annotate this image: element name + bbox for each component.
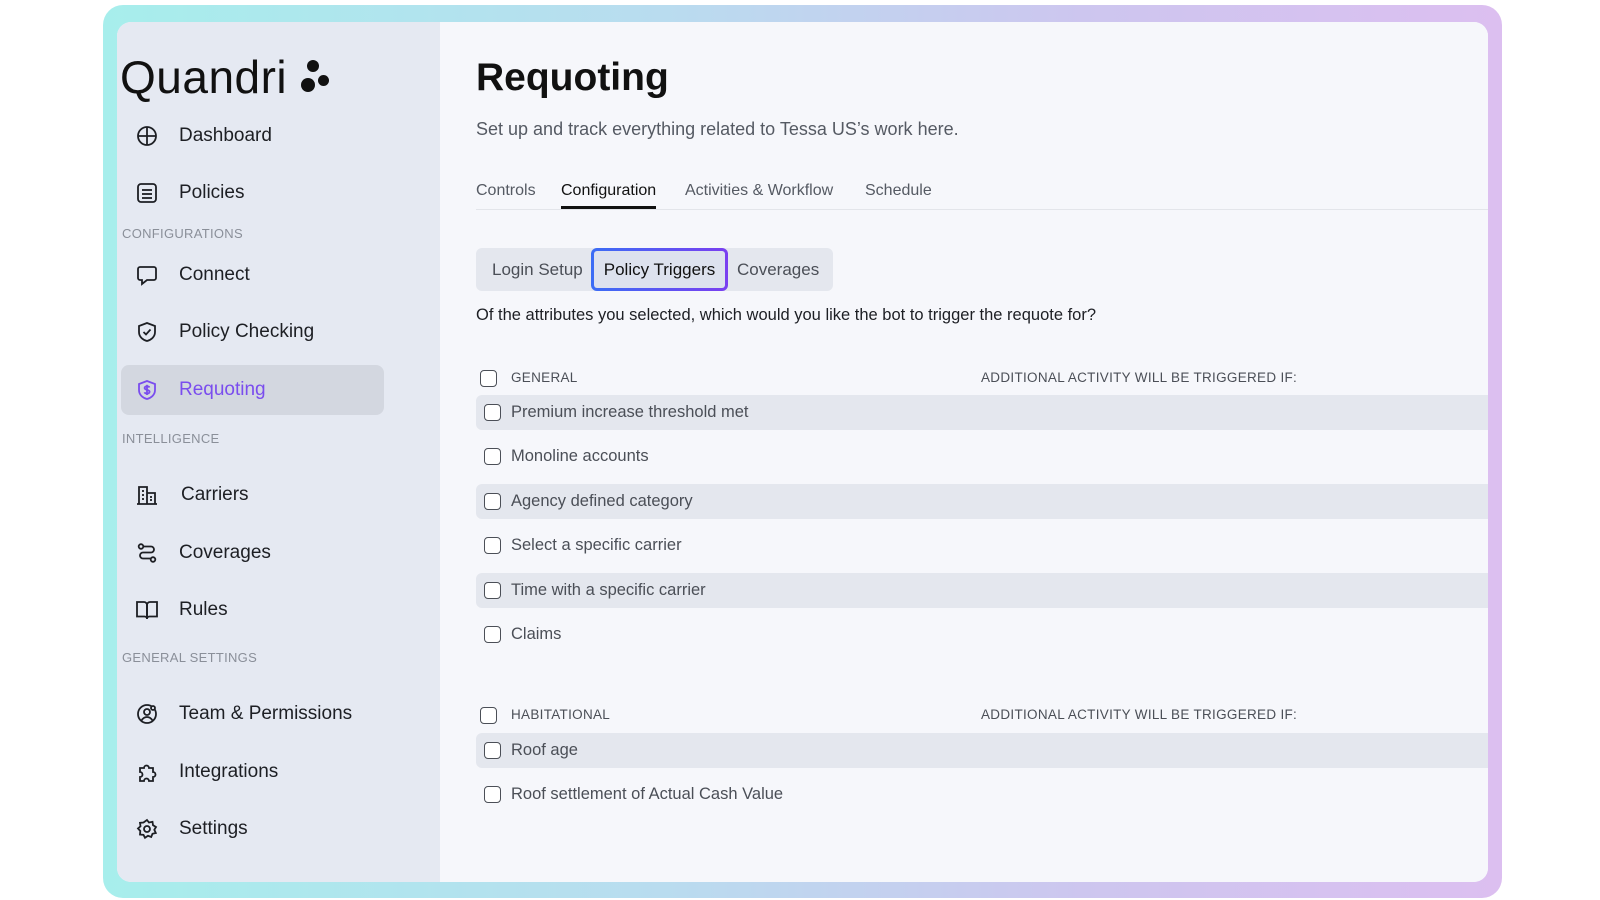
shield-dollar-icon — [135, 378, 159, 402]
sidebar-item-integrations[interactable]: Integrations — [121, 747, 384, 797]
chat-icon — [135, 263, 159, 287]
section-label-configurations: CONFIGURATIONS — [122, 226, 243, 241]
sidebar-item-label: Requoting — [179, 379, 266, 400]
sidebar-item-label: Team & Permissions — [179, 703, 353, 724]
trigger-checkbox[interactable] — [484, 786, 501, 803]
sidebar-item-label: Policies — [179, 182, 245, 203]
section-label-general-settings: GENERAL SETTINGS — [122, 650, 258, 665]
tab-schedule[interactable]: Schedule — [865, 182, 932, 200]
tab-activities-workflow[interactable]: Activities & Workflow — [685, 182, 833, 200]
app-window: Quandri Dashboard Policies CONFIGURATION… — [117, 22, 1488, 882]
sidebar-item-policies[interactable]: Policies — [121, 168, 384, 218]
trigger-checkbox[interactable] — [484, 404, 501, 421]
route-icon — [135, 541, 159, 565]
brand-mark-icon — [301, 58, 331, 96]
sidebar-item-policy-checking[interactable]: Policy Checking — [121, 307, 384, 357]
book-icon — [135, 598, 159, 622]
trigger-row-premium-increase: Premium increase threshold met — [476, 395, 1488, 430]
sidebar-item-coverages[interactable]: Coverages — [121, 528, 384, 578]
trigger-label: Agency defined category — [511, 492, 693, 510]
group-checkbox-habitational[interactable] — [480, 707, 497, 724]
trigger-row-time-with-carrier: Time with a specific carrier — [476, 573, 1488, 608]
sidebar-item-label: Integrations — [179, 761, 279, 782]
trigger-label: Premium increase threshold met — [511, 403, 749, 421]
trigger-label: Time with a specific carrier — [511, 581, 706, 599]
sidebar-item-label: Carriers — [181, 484, 249, 505]
group-name: HABITATIONAL — [511, 707, 611, 722]
sidebar-item-requoting[interactable]: Requoting — [121, 365, 384, 415]
policies-icon — [135, 181, 159, 205]
page-title: Requoting — [476, 56, 669, 99]
sidebar-item-dashboard[interactable]: Dashboard — [121, 111, 384, 161]
user-gear-icon — [135, 702, 159, 726]
dashboard-icon — [135, 124, 159, 148]
gear-icon — [135, 817, 159, 841]
trigger-label: Roof age — [511, 741, 578, 759]
subtab-policy-triggers[interactable]: Policy Triggers — [591, 248, 728, 291]
trigger-checkbox[interactable] — [484, 537, 501, 554]
brand-name: Quandri — [120, 51, 288, 103]
building-icon — [135, 483, 159, 507]
additional-activity-label: ADDITIONAL ACTIVITY WILL BE TRIGGERED IF… — [981, 370, 1298, 385]
puzzle-icon — [135, 760, 159, 784]
trigger-label: Monoline accounts — [511, 447, 649, 465]
sidebar-item-label: Connect — [179, 264, 250, 285]
sidebar-item-label: Dashboard — [179, 125, 272, 146]
sidebar-item-label: Policy Checking — [179, 321, 315, 342]
shield-check-icon — [135, 320, 159, 344]
sidebar-item-carriers[interactable]: Carriers — [121, 470, 384, 520]
trigger-checkbox[interactable] — [484, 626, 501, 643]
tab-bar: Controls Configuration Activities & Work… — [476, 180, 1488, 210]
sidebar-item-connect[interactable]: Connect — [121, 250, 384, 300]
app-frame: Quandri Dashboard Policies CONFIGURATION… — [103, 5, 1502, 898]
group-header-habitational: HABITATIONAL ADDITIONAL ACTIVITY WILL BE… — [476, 704, 1488, 728]
sidebar-item-label: Settings — [179, 818, 248, 839]
main-content: Requoting Set up and track everything re… — [440, 22, 1488, 882]
subtab-coverages[interactable]: Coverages — [737, 248, 819, 291]
sidebar: Quandri Dashboard Policies CONFIGURATION… — [117, 22, 440, 882]
trigger-row-roof-age: Roof age — [476, 733, 1488, 768]
trigger-question: Of the attributes you selected, which wo… — [476, 306, 1097, 324]
subtab-login-setup[interactable]: Login Setup — [492, 248, 583, 291]
page-subtitle: Set up and track everything related to T… — [476, 119, 959, 139]
tab-controls[interactable]: Controls — [476, 182, 536, 200]
group-header-general: GENERAL ADDITIONAL ACTIVITY WILL BE TRIG… — [476, 367, 1488, 391]
trigger-row-claims: Claims — [476, 617, 1488, 652]
trigger-checkbox[interactable] — [484, 493, 501, 510]
sidebar-item-rules[interactable]: Rules — [121, 585, 384, 635]
trigger-label: Select a specific carrier — [511, 536, 682, 554]
trigger-row-agency-category: Agency defined category — [476, 484, 1488, 519]
trigger-row-monoline: Monoline accounts — [476, 439, 1488, 474]
trigger-checkbox[interactable] — [484, 448, 501, 465]
trigger-row-roof-settlement: Roof settlement of Actual Cash Value — [476, 777, 1488, 812]
sidebar-item-label: Rules — [179, 599, 228, 620]
trigger-checkbox[interactable] — [484, 582, 501, 599]
trigger-row-specific-carrier: Select a specific carrier — [476, 528, 1488, 563]
group-name: GENERAL — [511, 370, 578, 385]
trigger-label: Roof settlement of Actual Cash Value — [511, 785, 784, 803]
sidebar-item-team-permissions[interactable]: Team & Permissions — [121, 689, 384, 739]
trigger-checkbox[interactable] — [484, 742, 501, 759]
tab-configuration[interactable]: Configuration — [561, 182, 657, 209]
subtab-segmented-control: Login Setup Policy Triggers Coverages — [476, 248, 833, 291]
sidebar-item-settings[interactable]: Settings — [121, 804, 384, 854]
sidebar-item-label: Coverages — [179, 542, 271, 563]
trigger-label: Claims — [511, 625, 562, 643]
additional-activity-label: ADDITIONAL ACTIVITY WILL BE TRIGGERED IF… — [981, 707, 1298, 722]
section-label-intelligence: INTELLIGENCE — [122, 431, 220, 446]
brand-logo[interactable]: Quandri — [120, 50, 331, 104]
group-checkbox-general[interactable] — [480, 370, 497, 387]
